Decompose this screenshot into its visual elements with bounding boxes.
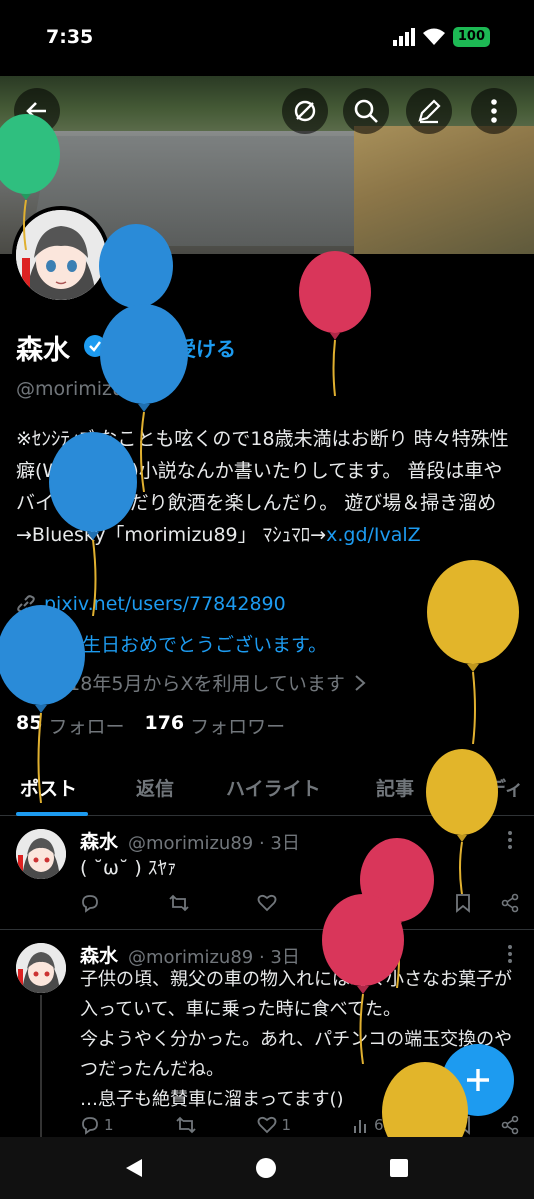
profile-bio: ※ｾﾝｼﾃｨﾌﾞなことも呟くので18歳未満はお断り 時々特殊性癖(WAM&QS)…: [16, 423, 516, 551]
reply-icon: [82, 895, 98, 913]
mute-icon: [294, 100, 316, 122]
followers-count[interactable]: 176: [144, 712, 184, 739]
post-item[interactable]: 森水 @morimizu89 · 3日 ( ˘ω˘ ) ｽﾔｧ 63: [0, 817, 534, 930]
search-icon: [354, 99, 378, 123]
heart-icon: [258, 894, 277, 912]
reply-button[interactable]: 1: [80, 1115, 114, 1135]
battery-indicator: 100: [452, 27, 490, 47]
bookmark-icon[interactable]: [454, 1115, 472, 1135]
views-button[interactable]: 63: [345, 894, 386, 912]
views-count: 62: [373, 1116, 394, 1134]
edit-icon: [418, 99, 441, 124]
system-nav-bar: [0, 1137, 534, 1199]
reply-icon: [82, 1117, 98, 1135]
like-button[interactable]: [257, 893, 277, 913]
joined-text: 2018年5月からXを利用しています: [44, 673, 345, 695]
post-text: ( ˘ω˘ ) ｽﾔｧ: [80, 857, 177, 879]
banner-reeds: [354, 126, 534, 254]
status-icons: 100: [392, 27, 490, 47]
share-icon[interactable]: [500, 893, 520, 913]
link-icon: [17, 595, 35, 613]
joined-row[interactable]: 2018年5月からXを利用しています: [16, 669, 367, 696]
back-button[interactable]: [14, 88, 60, 134]
views-icon: [353, 1120, 366, 1133]
more-vertical-icon: [491, 99, 497, 123]
birthday-text[interactable]: お誕生日おめでとうございます。: [44, 630, 327, 657]
search-button[interactable]: [343, 88, 389, 134]
post-actions: 1 1 62: [80, 1115, 520, 1135]
heart-icon: [258, 1116, 277, 1134]
yellow-balloon: [427, 560, 519, 744]
share-icon[interactable]: [500, 1115, 520, 1135]
post-meta: @morimizu89 · 3日: [128, 833, 300, 854]
post-author-handle[interactable]: @morimizu89: [128, 833, 253, 854]
repost-button[interactable]: [175, 1115, 197, 1135]
tab-active-indicator: [16, 812, 88, 816]
profile-handle: @morimizu89: [16, 378, 149, 400]
thread-line: [40, 995, 42, 1137]
post-time[interactable]: 3日: [270, 833, 299, 854]
post-avatar[interactable]: [16, 829, 66, 879]
like-button[interactable]: 1: [257, 1115, 291, 1135]
post-more-icon[interactable]: [508, 831, 512, 849]
more-button[interactable]: [471, 88, 517, 134]
tab-articles[interactable]: 記事: [376, 774, 414, 801]
calendar-icon: [17, 674, 35, 692]
follow-counts: 85 フォロー 176 フォロワー: [16, 712, 285, 739]
plus-icon: [467, 1069, 489, 1091]
mute-button[interactable]: [282, 88, 328, 134]
profile-name: 森水: [16, 335, 70, 366]
location-icon: [17, 633, 35, 654]
status-bar: 7:35 100: [0, 0, 534, 76]
avatar-illustration: [16, 829, 66, 879]
profile-tabs: ポスト 返信 ハイライト 記事 メディア: [0, 760, 534, 827]
like-count: 1: [281, 1116, 291, 1134]
post-extra-actions: [454, 1115, 520, 1135]
views-button[interactable]: 62: [352, 1116, 393, 1134]
profile-avatar[interactable]: [12, 206, 110, 304]
following-count[interactable]: 85: [16, 712, 42, 739]
reply-count: 1: [104, 1116, 114, 1134]
repost-icon: [175, 1116, 196, 1134]
bio-link[interactable]: x.gd/IvalZ: [326, 524, 421, 546]
nav-home-icon[interactable]: [255, 1157, 277, 1179]
verified-badge-icon: [84, 335, 106, 357]
repost-icon: [169, 894, 189, 912]
following-label[interactable]: フォロー: [48, 712, 124, 739]
red-balloon: [299, 251, 371, 396]
post-actions: 63: [80, 893, 520, 913]
get-verified-link[interactable]: 認証を受ける: [116, 333, 236, 362]
nav-back-icon[interactable]: [122, 1157, 144, 1179]
compose-post-button[interactable]: [442, 1044, 514, 1116]
birthday-row: お誕生日おめでとうございます。: [16, 630, 327, 657]
reply-button[interactable]: [80, 893, 100, 913]
bookmark-icon[interactable]: [454, 893, 472, 913]
post-extra-actions: [454, 893, 520, 913]
banner-trees: [0, 76, 534, 131]
chevron-right-icon: [355, 674, 366, 691]
post-more-icon[interactable]: [508, 945, 512, 963]
tab-replies[interactable]: 返信: [136, 774, 174, 801]
tab-posts[interactable]: ポスト: [20, 774, 77, 801]
wifi-icon: [422, 28, 445, 45]
website-row: pixiv.net/users/77842890: [16, 593, 286, 615]
website-link[interactable]: pixiv.net/users/77842890: [44, 593, 286, 615]
signal-icon: [392, 28, 415, 46]
avatar-illustration: [16, 210, 106, 300]
status-time: 7:35: [46, 26, 94, 48]
views-count: 63: [367, 894, 387, 912]
repost-button[interactable]: [168, 893, 190, 913]
followers-label[interactable]: フォロワー: [190, 712, 285, 739]
bio-text: ※ｾﾝｼﾃｨﾌﾞなことも呟くので18歳未満はお断り 時々特殊性癖(WAM&QS)…: [16, 428, 509, 546]
post-author-name[interactable]: 森水: [80, 941, 118, 968]
arrow-left-icon: [26, 102, 46, 120]
edit-button[interactable]: [406, 88, 452, 134]
post-author-name[interactable]: 森水: [80, 827, 118, 854]
views-icon: [347, 898, 360, 911]
avatar-illustration: [16, 943, 66, 993]
nav-recents-icon[interactable]: [388, 1157, 410, 1179]
tab-highlights[interactable]: ハイライト: [226, 774, 321, 801]
post-avatar[interactable]: [16, 943, 66, 993]
